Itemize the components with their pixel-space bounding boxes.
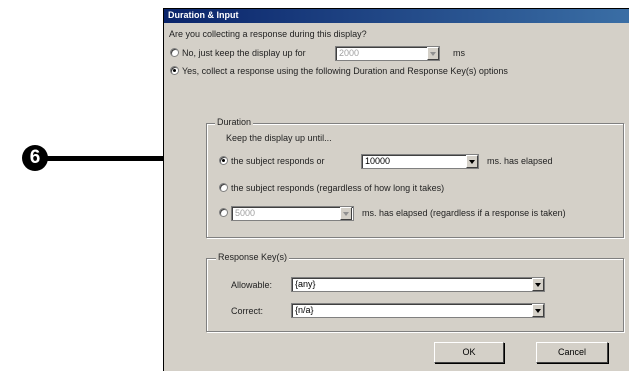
fixed-duration-combo[interactable]: 5000 bbox=[231, 206, 354, 221]
radio-yes-label: Yes, collect a response using the follow… bbox=[182, 66, 508, 76]
dialog-titlebar[interactable]: Duration & Input bbox=[164, 9, 629, 23]
ok-button[interactable]: OK bbox=[434, 342, 504, 363]
radio-no-just-display[interactable] bbox=[170, 48, 179, 57]
allowable-label: Allowable: bbox=[231, 280, 273, 290]
subject-responds-or-label: the subject responds or bbox=[231, 156, 325, 166]
timeout-duration-dropdown-button[interactable] bbox=[466, 155, 478, 168]
subject-responds-regardless-label: the subject responds (regardless of how … bbox=[231, 183, 445, 193]
correct-key-combo[interactable]: {n/a} bbox=[291, 303, 545, 318]
timeout-duration-combo[interactable]: 10000 bbox=[361, 154, 479, 169]
duration-group-label: Duration bbox=[215, 117, 254, 127]
radio-fixed-duration[interactable] bbox=[219, 208, 228, 217]
collect-question: Are you collecting a response during thi… bbox=[169, 29, 367, 39]
allowable-keys-dropdown-button[interactable] bbox=[532, 278, 544, 291]
radio-subject-responds-or[interactable] bbox=[219, 156, 228, 165]
timeout-suffix-label: ms. has elapsed bbox=[487, 156, 553, 166]
correct-label: Correct: bbox=[231, 306, 264, 316]
fixed-duration-dropdown-button[interactable] bbox=[340, 207, 352, 220]
callout-number-badge: 6 bbox=[22, 145, 48, 171]
radio-subject-responds-regardless[interactable] bbox=[219, 183, 228, 192]
radio-yes-collect-response[interactable] bbox=[170, 66, 179, 75]
correct-key-dropdown-button[interactable] bbox=[532, 304, 544, 317]
display-duration-unit: ms bbox=[453, 48, 465, 58]
fixed-duration-suffix-label: ms. has elapsed (regardless if a respons… bbox=[362, 208, 566, 218]
duration-input-dialog: Duration & Input Are you collecting a re… bbox=[163, 8, 629, 371]
response-keys-group-label: Response Key(s) bbox=[216, 252, 290, 262]
radio-no-label: No, just keep the display up for bbox=[182, 48, 306, 58]
keep-display-label: Keep the display up until... bbox=[226, 133, 332, 143]
display-duration-combo[interactable]: 2000 bbox=[335, 46, 440, 61]
response-keys-group bbox=[206, 258, 624, 332]
allowable-keys-combo[interactable]: {any} bbox=[291, 277, 545, 292]
cancel-button[interactable]: Cancel bbox=[536, 342, 608, 363]
display-duration-dropdown-button[interactable] bbox=[427, 47, 439, 60]
dialog-title: Duration & Input bbox=[168, 10, 239, 20]
